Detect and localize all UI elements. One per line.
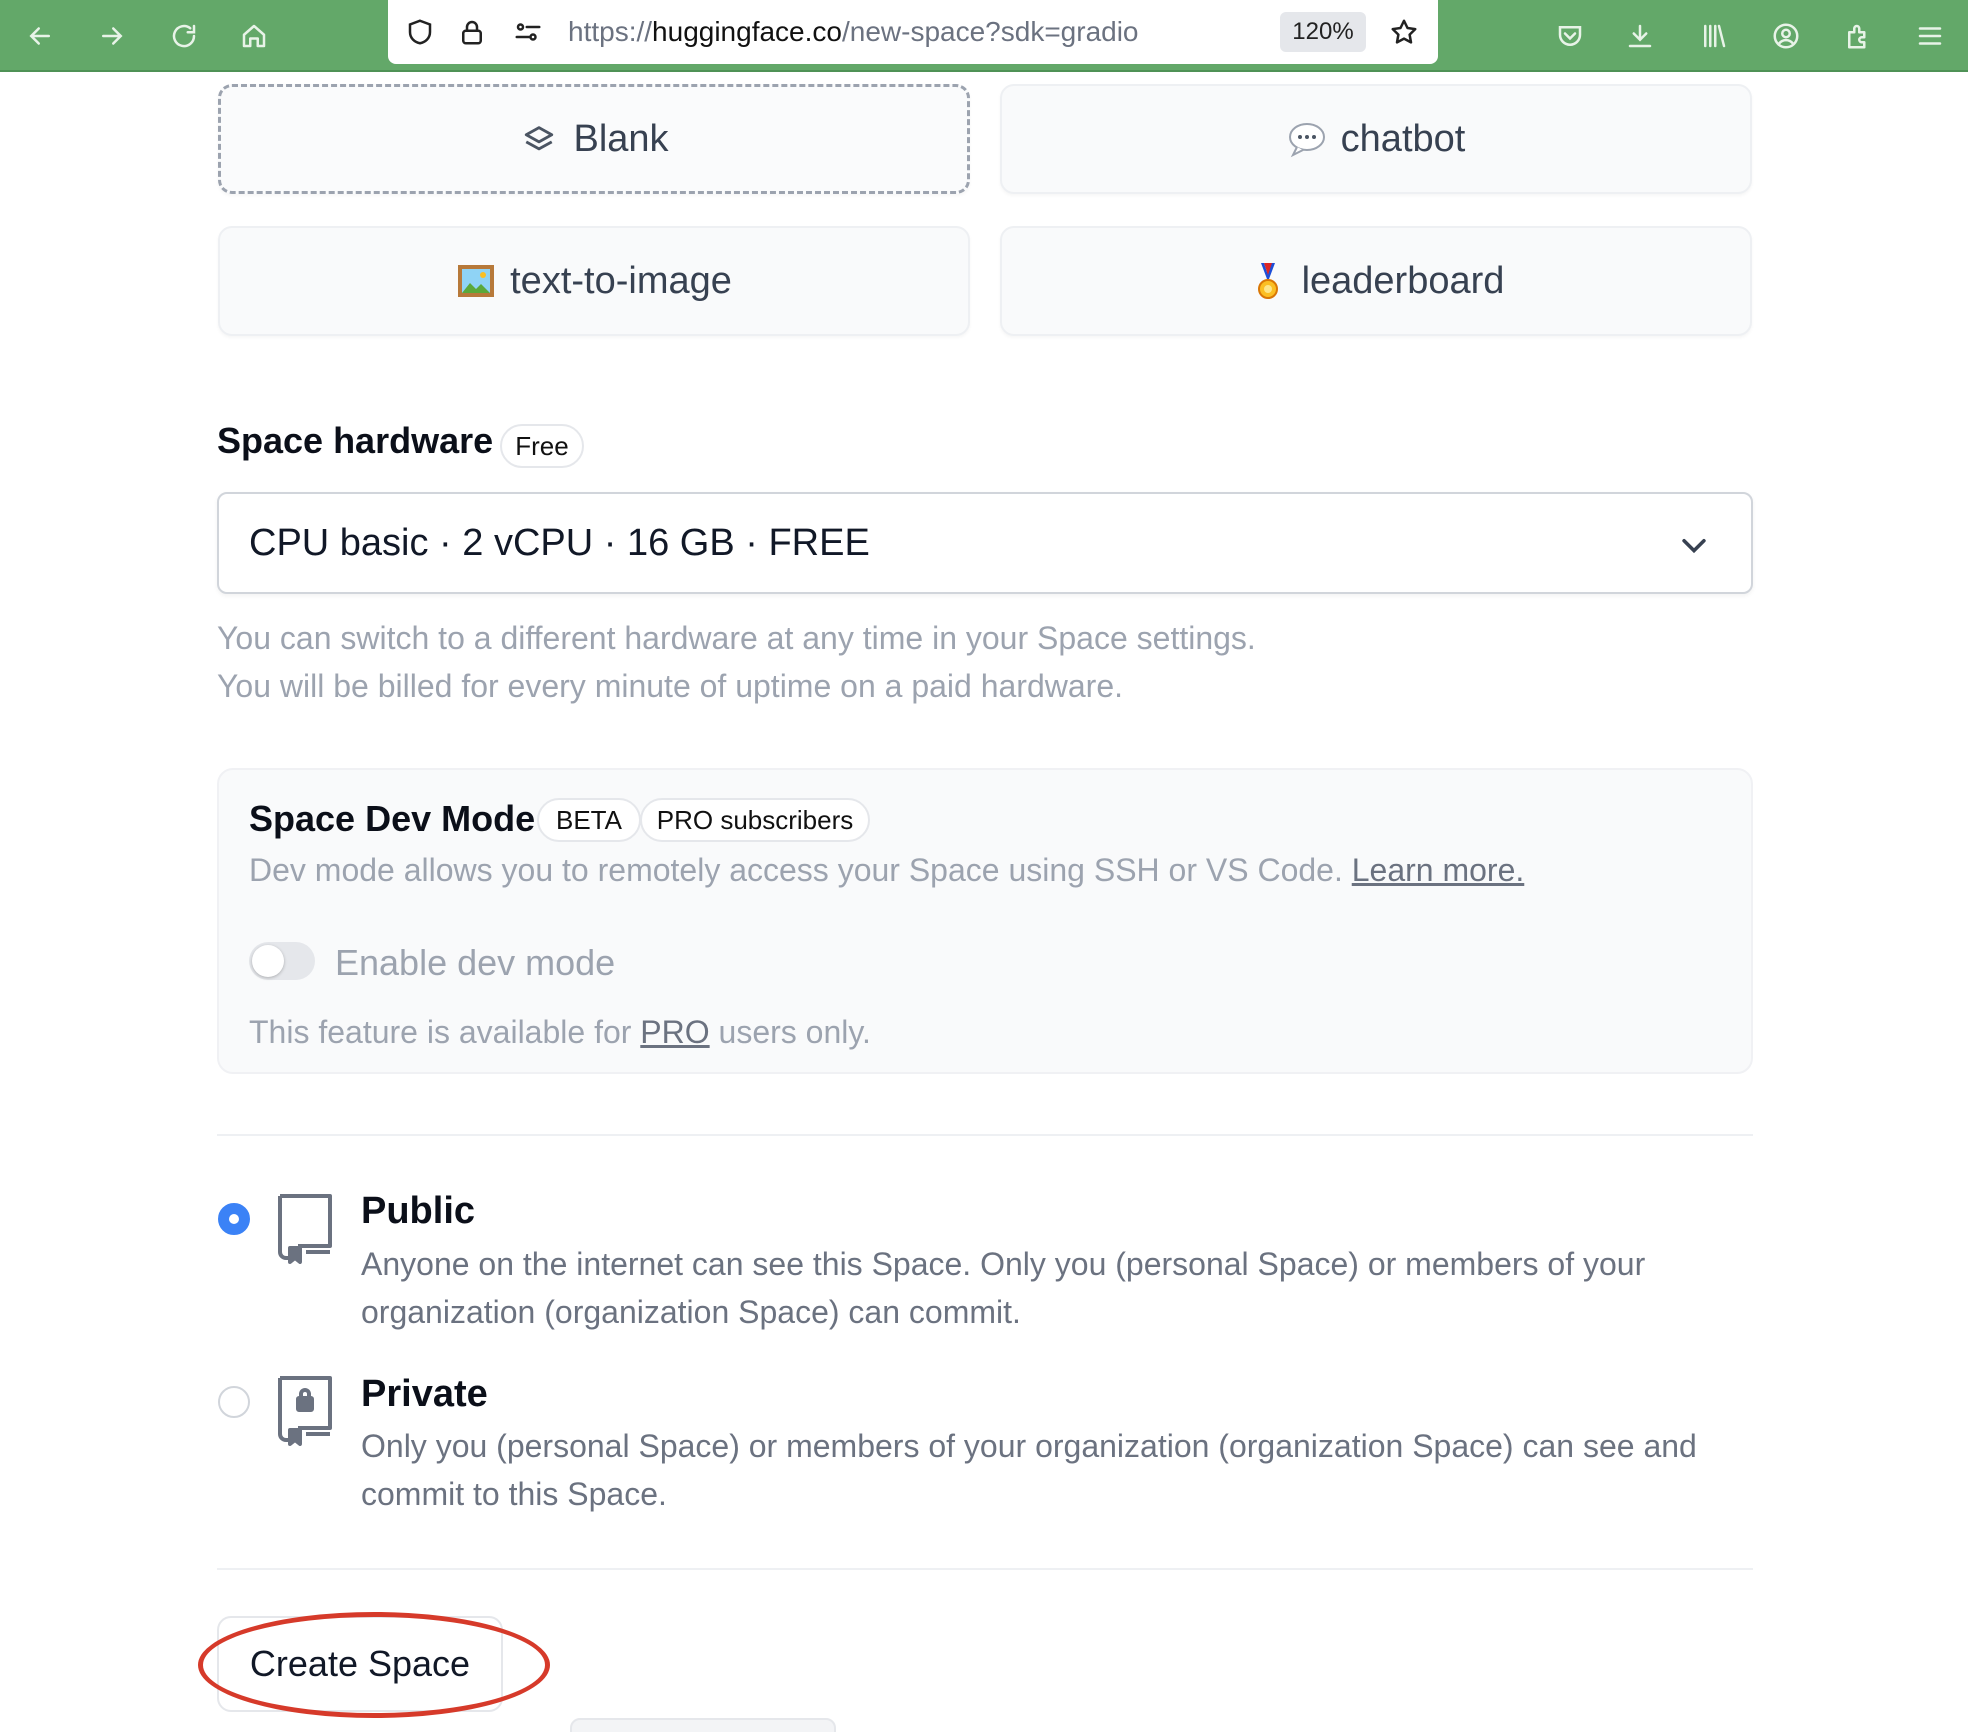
- pro-link[interactable]: PRO: [640, 1014, 709, 1050]
- zoom-level-badge[interactable]: 120%: [1280, 12, 1366, 52]
- beta-badge: BETA: [537, 798, 641, 842]
- extensions-icon[interactable]: [1836, 14, 1880, 58]
- template-card-text-to-image[interactable]: text-to-image: [218, 226, 970, 336]
- hardware-help-line1: You can switch to a different hardware a…: [217, 620, 1256, 656]
- lock-icon[interactable]: [454, 14, 490, 50]
- learn-more-link[interactable]: Learn more.: [1352, 852, 1525, 888]
- free-badge: Free: [500, 424, 584, 468]
- partially-visible-element: [570, 1718, 836, 1732]
- bookmark-star-icon[interactable]: [1386, 14, 1422, 50]
- back-arrow-icon[interactable]: [18, 14, 62, 58]
- hardware-help-line2: You will be billed for every minute of u…: [217, 668, 1123, 704]
- hardware-select[interactable]: CPU basic · 2 vCPU · 16 GB · FREE: [217, 492, 1753, 594]
- home-icon[interactable]: [232, 14, 276, 58]
- private-description: Only you (personal Space) or members of …: [361, 1428, 1697, 1512]
- account-icon[interactable]: [1764, 14, 1808, 58]
- reload-icon[interactable]: [162, 14, 206, 58]
- pro-only-note: This feature is available for PRO users …: [249, 1014, 871, 1050]
- template-label: chatbot: [1340, 117, 1466, 160]
- library-icon[interactable]: [1692, 14, 1736, 58]
- dev-mode-panel: Space Dev Mode BETA PRO subscribers Dev …: [217, 768, 1753, 1074]
- private-repo-icon: [278, 1376, 332, 1446]
- dev-mode-toggle[interactable]: [249, 942, 315, 980]
- hardware-select-value: CPU basic · 2 vCPU · 16 GB · FREE: [249, 522, 870, 564]
- create-space-button[interactable]: Create Space: [217, 1616, 503, 1712]
- template-label: Blank: [573, 117, 669, 160]
- pocket-icon[interactable]: [1548, 14, 1592, 58]
- public-radio[interactable]: [218, 1203, 250, 1235]
- pro-subscribers-badge: PRO subscribers: [640, 798, 870, 842]
- shield-icon[interactable]: [402, 14, 438, 50]
- template-card-chatbot[interactable]: chatbot: [1000, 84, 1752, 194]
- chevron-down-icon: [1682, 538, 1706, 554]
- layers-icon: [519, 119, 559, 159]
- site-permissions-icon[interactable]: [510, 14, 546, 50]
- divider: [217, 1568, 1753, 1570]
- forward-arrow-icon[interactable]: [90, 14, 134, 58]
- framed-picture-icon: [456, 261, 496, 301]
- template-label: text-to-image: [510, 259, 732, 302]
- divider: [217, 1134, 1753, 1136]
- private-title: Private: [361, 1373, 488, 1415]
- toggle-knob: [252, 945, 284, 977]
- template-card-blank[interactable]: Blank: [218, 84, 970, 194]
- url-text[interactable]: https://huggingface.co/new-space?sdk=gra…: [568, 14, 1139, 50]
- template-card-leaderboard[interactable]: leaderboard: [1000, 226, 1752, 336]
- url-bar[interactable]: https://huggingface.co/new-space?sdk=gra…: [388, 0, 1438, 64]
- public-title: Public: [361, 1190, 476, 1232]
- speech-bubble-icon: [1287, 119, 1327, 159]
- download-icon[interactable]: [1618, 14, 1662, 58]
- dev-mode-title: Space Dev Mode: [249, 798, 536, 839]
- dev-mode-description: Dev mode allows you to remotely access y…: [249, 852, 1525, 888]
- private-radio[interactable]: [218, 1386, 250, 1418]
- medal-icon: [1248, 261, 1288, 301]
- public-description: Anyone on the internet can see this Spac…: [361, 1246, 1646, 1330]
- menu-icon[interactable]: [1908, 14, 1952, 58]
- public-repo-icon: [278, 1194, 332, 1264]
- hardware-title: Space hardware: [217, 420, 494, 461]
- dev-mode-toggle-label: Enable dev mode: [335, 942, 616, 983]
- browser-toolbar: https://huggingface.co/new-space?sdk=gra…: [0, 0, 1968, 72]
- template-label: leaderboard: [1301, 259, 1505, 302]
